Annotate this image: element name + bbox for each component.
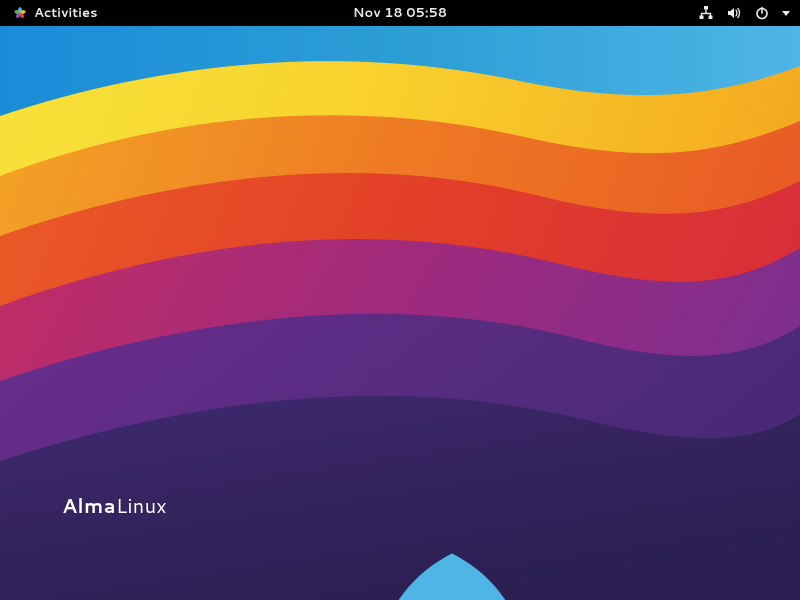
network-wired-icon [698, 5, 714, 21]
system-status-area[interactable] [698, 5, 794, 21]
chevron-down-icon [782, 11, 790, 16]
activities-label: Activities [34, 4, 98, 22]
volume-icon [726, 5, 742, 21]
activities-button[interactable]: Activities [6, 1, 104, 25]
desktop-brand: AlmaLinux [52, 492, 167, 520]
top-panel: Activities Nov 18 05:58 [0, 0, 800, 26]
desktop-wallpaper: AlmaLinux [0, 26, 800, 600]
clock-text: Nov 18 05:58 [353, 4, 447, 22]
clock-button[interactable]: Nov 18 05:58 [347, 1, 453, 25]
almalinux-icon [12, 5, 28, 21]
power-icon [754, 5, 770, 21]
